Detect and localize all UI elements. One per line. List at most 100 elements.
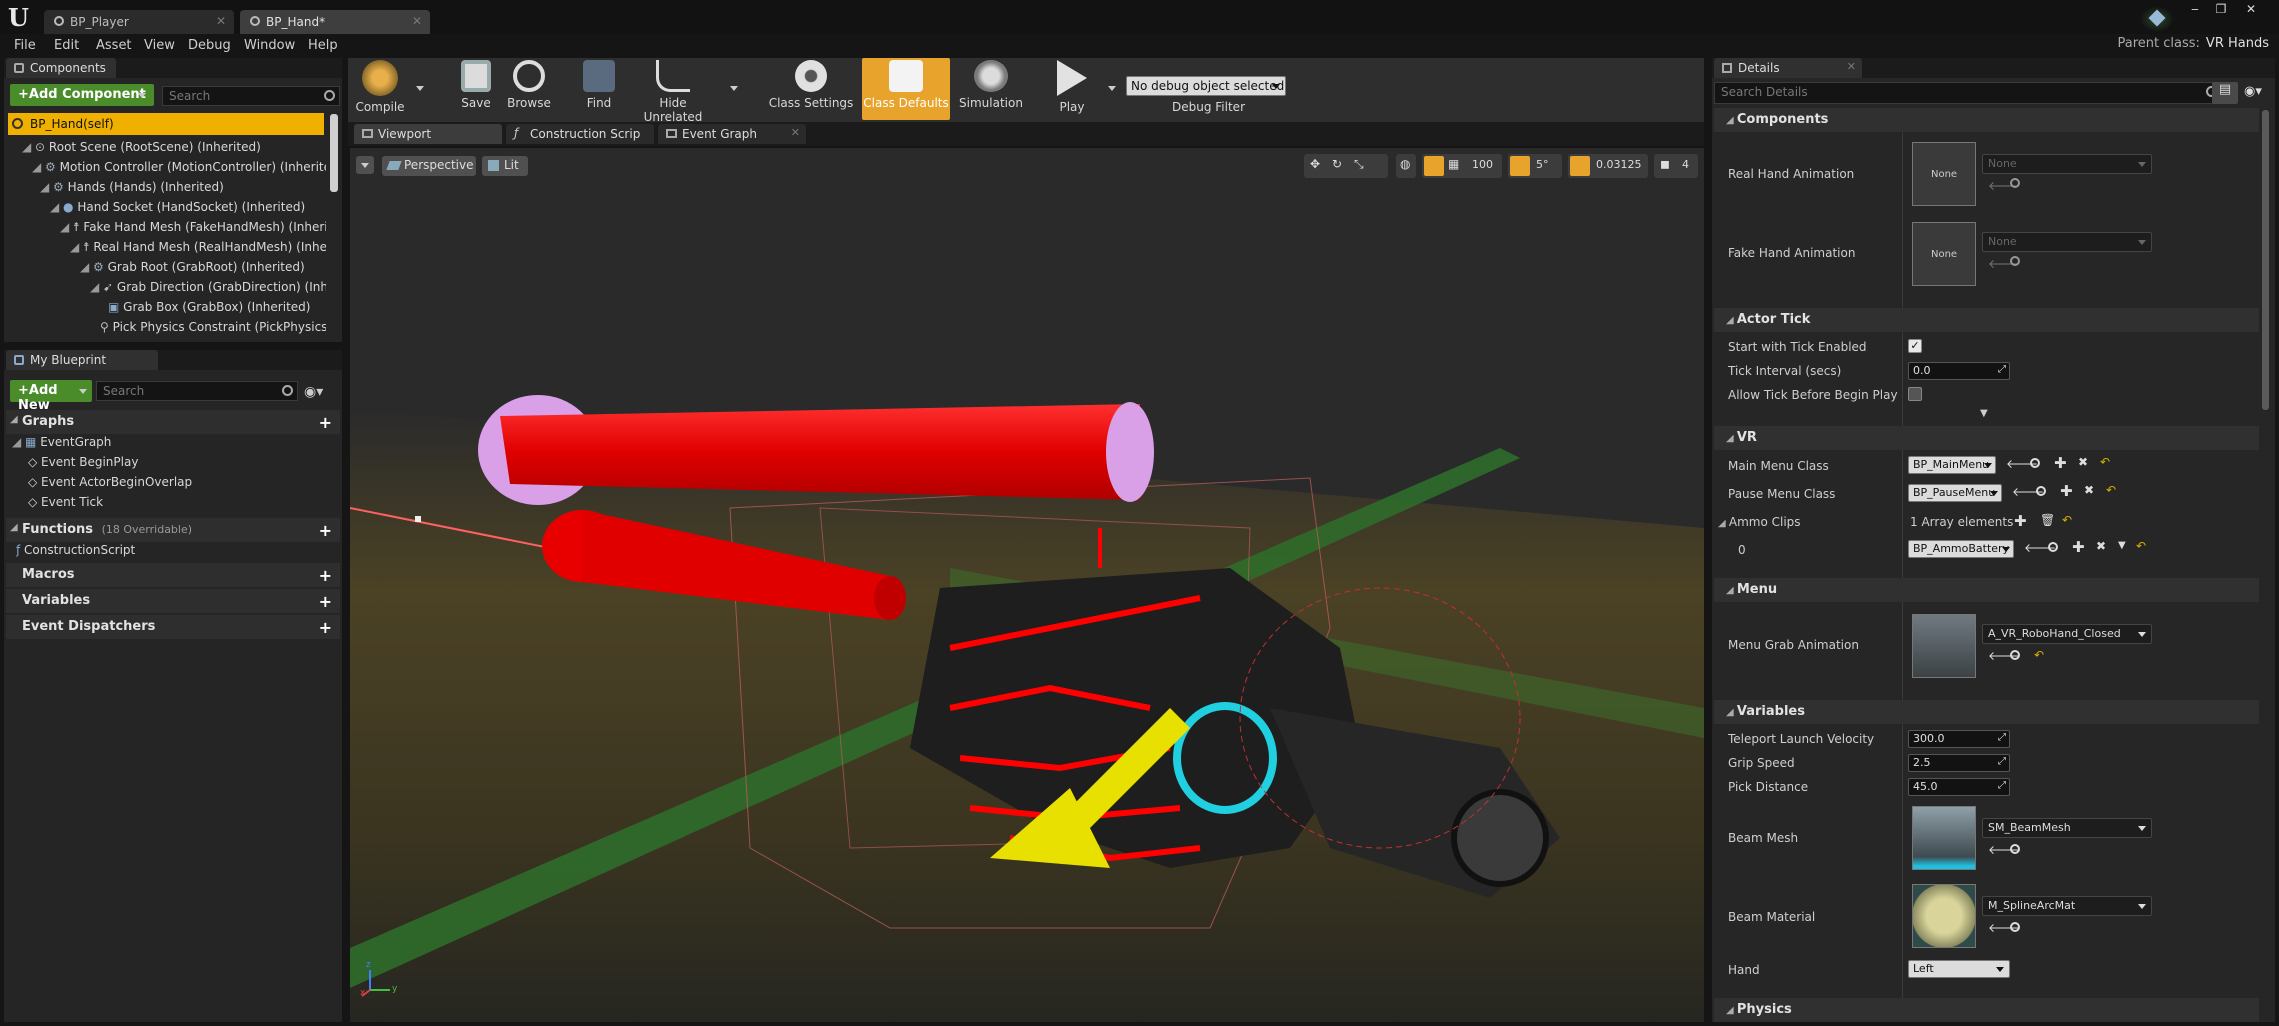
close-window-button[interactable]: ✕ (2242, 2, 2260, 16)
reset-to-default-icon[interactable]: ↶ (2136, 539, 2146, 553)
browse-asset-icon[interactable] (2010, 844, 2020, 854)
reset-to-default-icon[interactable]: ↶ (2100, 455, 2110, 469)
add-variable-plus-icon[interactable]: + (319, 592, 332, 611)
tree-row[interactable]: ◢ ☨ Real Hand Mesh (RealHandMesh) (Inher… (70, 240, 326, 260)
reset-to-default-icon[interactable]: ↶ (2106, 483, 2116, 497)
menu-file[interactable]: File (14, 38, 36, 53)
tree-row[interactable]: ◢ ⚙ Grab Root (GrabRoot) (Inherited) (80, 260, 326, 280)
viewport-options-button[interactable] (356, 156, 374, 174)
event-item[interactable]: ◇ Event ActorBeginOverlap (28, 475, 328, 495)
lit-button[interactable]: Lit (482, 156, 528, 176)
beam-material-picker[interactable]: M_SplineArcMat (1982, 896, 2152, 916)
tab-event-graph[interactable]: Event Graph ✕ (658, 124, 806, 144)
details-section-components[interactable]: ◢ Components (1714, 108, 2259, 132)
beam-material-thumbnail[interactable] (1912, 884, 1976, 948)
tab-construction-script[interactable]: ƒ Construction Scrip (506, 124, 654, 144)
details-section-actor-tick[interactable]: ◢ Actor Tick (1714, 308, 2259, 332)
details-section-vr[interactable]: ◢ VR (1714, 426, 2259, 450)
maximize-button[interactable]: ❐ (2212, 2, 2230, 16)
tree-row[interactable]: ◢ ⚙ Hands (Hands) (Inherited) (40, 180, 326, 200)
components-search-input[interactable]: Search (162, 86, 340, 106)
scale-icon[interactable]: ⤡ (1354, 157, 1364, 172)
rotation-snap-value[interactable]: 5° (1536, 158, 1549, 171)
add-dispatcher-plus-icon[interactable]: + (319, 618, 332, 637)
rotation-snap-icon[interactable] (1510, 156, 1530, 176)
pause-menu-class-select[interactable]: BP_PauseMenu (1908, 484, 2002, 502)
details-visibility-eye-icon[interactable]: ◉▾ (2244, 84, 2262, 99)
graphs-section-header[interactable]: ◢ Graphs + (6, 410, 340, 434)
allow-tick-before-begin-checkbox[interactable] (1908, 387, 1922, 401)
find-button[interactable]: Find (574, 58, 624, 120)
tab-components[interactable]: Components (6, 58, 116, 78)
compile-options-chevron-icon[interactable] (416, 86, 424, 91)
close-tab-icon[interactable]: ✕ (791, 126, 800, 139)
variables-section-header[interactable]: Variables + (6, 589, 340, 613)
tree-row[interactable]: ◢ ⚙ Motion Controller (MotionController)… (32, 160, 326, 180)
menu-help[interactable]: Help (308, 38, 338, 53)
tab-viewport[interactable]: Viewport (354, 124, 502, 144)
event-item[interactable]: ◇ Event BeginPlay (28, 455, 328, 475)
hide-unrelated-button[interactable]: Hide Unrelated (630, 58, 716, 124)
tab-bp-hand[interactable]: BP_Hand* ✕ (240, 10, 430, 34)
close-tab-icon[interactable]: ✕ (412, 14, 422, 28)
tree-row[interactable]: ◢ ➹ Grab Direction (GrabDirection) (Inhe… (90, 280, 326, 300)
reset-to-default-icon[interactable]: ↶ (2034, 648, 2044, 662)
browse-button[interactable]: Browse (502, 58, 556, 120)
menu-asset[interactable]: Asset (96, 38, 132, 53)
functions-section-header[interactable]: ◢ Functions (18 Overridable) + (6, 518, 340, 542)
close-tab-icon[interactable]: ✕ (216, 14, 226, 28)
debug-object-select[interactable]: No debug object selected (1126, 76, 1286, 96)
element-options-chevron-icon[interactable]: ▼ (2118, 540, 2126, 551)
add-array-element-plus-icon[interactable]: ✚ (2014, 512, 2027, 530)
details-section-variables[interactable]: ◢ Variables (1714, 700, 2259, 724)
beam-mesh-picker[interactable]: SM_BeamMesh (1982, 818, 2152, 838)
camera-speed-group[interactable]: ◼ 4 (1654, 154, 1698, 178)
browse-asset-icon[interactable] (2010, 650, 2020, 660)
macros-section-header[interactable]: Macros + (6, 563, 340, 587)
tree-row[interactable]: ◢ ⊙ Root Scene (RootScene) (Inherited) (22, 140, 326, 160)
tree-item-self[interactable]: BP_Hand(self) (8, 113, 324, 135)
details-scrollbar[interactable] (2262, 110, 2269, 410)
menu-view[interactable]: View (144, 38, 175, 53)
minimize-button[interactable]: ‒ (2186, 2, 2204, 16)
surface-snap-icon[interactable] (1424, 156, 1444, 176)
coordinate-system-button[interactable]: ◍ (1396, 154, 1416, 178)
menu-grab-animation-thumbnail[interactable] (1912, 614, 1976, 678)
parent-class-value[interactable]: VR Hands (2206, 36, 2269, 51)
details-section-menu[interactable]: ◢ Menu (1714, 578, 2259, 602)
tree-row[interactable]: ◢ ☨ Fake Hand Mesh (FakeHandMesh) (Inher… (60, 220, 326, 240)
scale-snap-value[interactable]: 0.03125 (1596, 158, 1642, 171)
teleport-launch-velocity-input[interactable]: 300.0 ⤢ (1908, 730, 2010, 748)
new-class-plus-icon[interactable]: ✚ (2054, 454, 2067, 472)
reset-to-default-icon[interactable]: ↶ (2062, 513, 2072, 527)
browse-asset-icon[interactable] (2010, 178, 2020, 188)
tree-row[interactable]: ◢ ● Hand Socket (HandSocket) (Inherited) (50, 200, 326, 220)
add-new-button[interactable]: +Add New (10, 380, 92, 413)
property-matrix-icon[interactable]: ▤ (2212, 82, 2238, 104)
tree-row[interactable]: ▣ Grab Box (GrabBox) (Inherited) (108, 300, 326, 320)
rotate-icon[interactable]: ↻ (1332, 157, 1342, 171)
class-defaults-button[interactable]: Class Defaults (862, 58, 950, 120)
real-hand-animation-thumbnail[interactable]: None (1912, 142, 1976, 206)
clear-x-icon[interactable]: ✖ (2078, 455, 2088, 469)
simulation-button[interactable]: Simulation (956, 58, 1026, 120)
browse-class-icon[interactable] (2048, 542, 2058, 552)
add-macro-plus-icon[interactable]: + (319, 566, 332, 585)
ammo-clips-label[interactable]: ◢ Ammo Clips (1718, 515, 1801, 529)
pick-distance-input[interactable]: 45.0 ⤢ (1908, 778, 2010, 796)
scale-snap-icon[interactable] (1570, 156, 1590, 176)
grid-size-value[interactable]: 100 (1472, 158, 1493, 171)
menu-edit[interactable]: Edit (54, 38, 79, 53)
new-class-plus-icon[interactable]: ✚ (2060, 482, 2073, 500)
save-button[interactable]: Save (452, 58, 500, 120)
fake-hand-animation-thumbnail[interactable]: None (1912, 222, 1976, 286)
my-blueprint-search-input[interactable]: Search (96, 381, 298, 401)
event-item[interactable]: ◇ Event Tick (28, 495, 328, 515)
event-dispatchers-section-header[interactable]: Event Dispatchers + (6, 615, 340, 639)
browse-class-icon[interactable] (2030, 458, 2040, 468)
fake-hand-animation-picker[interactable]: None (1982, 232, 2152, 252)
user-icon[interactable] (2148, 9, 2166, 27)
visibility-eye-icon[interactable]: ◉▾ (304, 384, 323, 400)
new-class-plus-icon[interactable]: ✚ (2072, 538, 2085, 556)
menu-debug[interactable]: Debug (188, 38, 231, 53)
